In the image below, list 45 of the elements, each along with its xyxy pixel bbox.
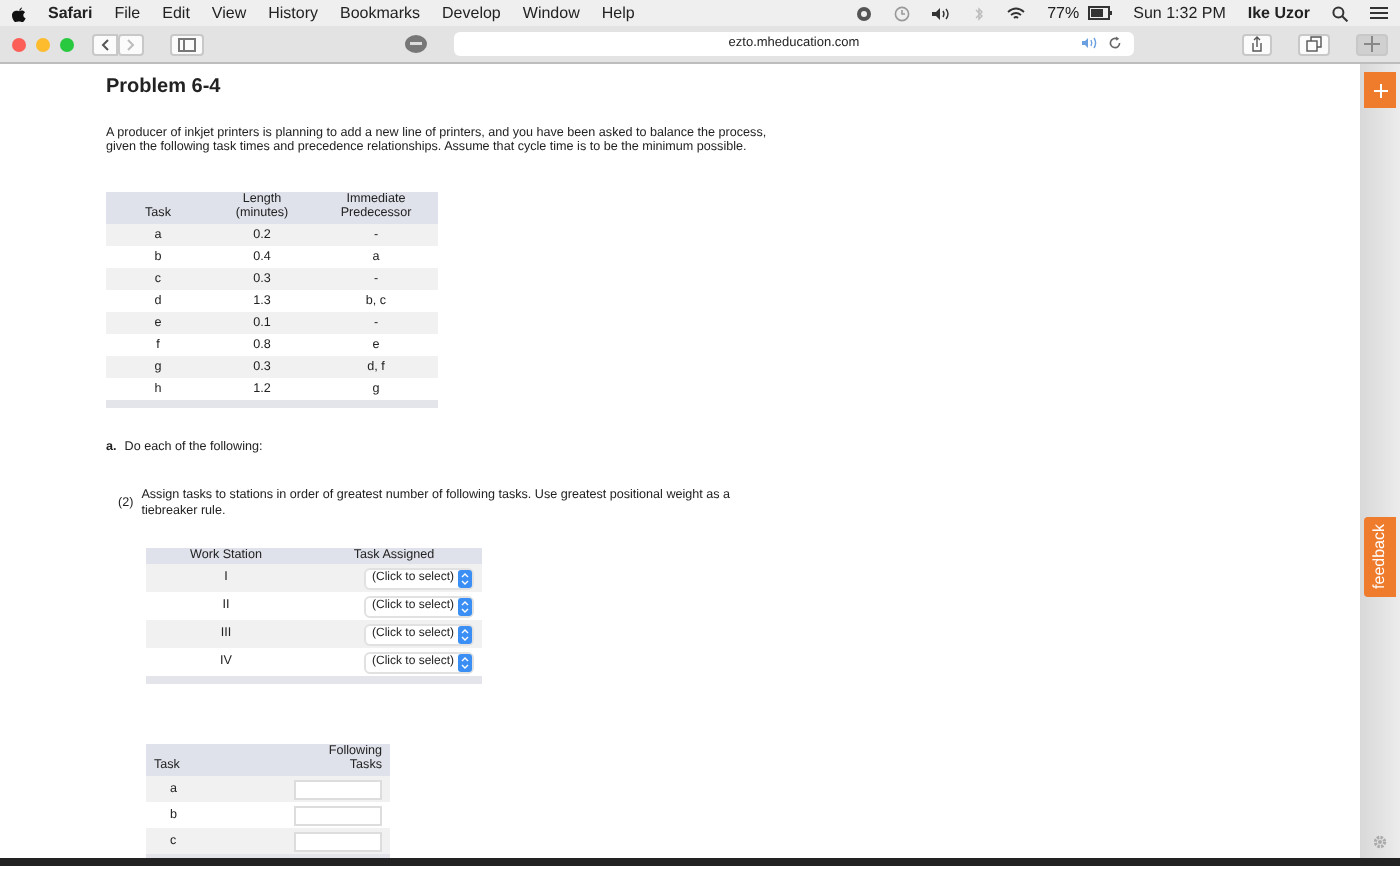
settings-icon[interactable] (1372, 834, 1388, 850)
menu-item[interactable]: Window (522, 1, 580, 25)
search-icon[interactable] (1332, 5, 1348, 21)
chevron-right-icon (126, 37, 136, 51)
plus-icon (1373, 83, 1387, 97)
new-tab-button[interactable] (1356, 33, 1388, 55)
menu-item[interactable]: View (211, 1, 247, 25)
menu-item[interactable]: Develop (442, 1, 501, 25)
stepper-icon (458, 653, 472, 672)
battery-icon[interactable] (1087, 6, 1112, 20)
speaker-icon[interactable] (1082, 36, 1100, 50)
plus-icon (1364, 36, 1380, 52)
input-field[interactable] (294, 831, 382, 852)
battery-percent: 77% (1047, 1, 1080, 25)
share-icon (1250, 36, 1264, 52)
back-button[interactable] (92, 33, 118, 55)
input-field[interactable] (294, 779, 382, 800)
wifi-icon[interactable] (1005, 5, 1026, 21)
menu-item[interactable]: File (114, 1, 141, 25)
close-button[interactable] (12, 37, 26, 51)
menu-item[interactable]: Edit (162, 1, 190, 25)
stepper-icon (458, 597, 472, 616)
problem-title: Problem 6-4 (106, 76, 223, 101)
input-field[interactable] (294, 805, 382, 826)
sidebar-button[interactable] (170, 33, 204, 55)
menu-item[interactable]: History (268, 1, 319, 25)
stepper-icon (458, 569, 472, 588)
user-name[interactable]: Ike Uzor (1247, 1, 1310, 25)
chevron-left-icon (100, 37, 110, 51)
share-button[interactable] (1242, 33, 1272, 55)
sidebar-icon (178, 37, 196, 51)
apple-logo-icon[interactable] (12, 5, 26, 21)
stepper-icon (458, 625, 472, 644)
clock-time[interactable]: Sun 1:32 PM (1133, 1, 1226, 25)
reload-icon[interactable] (1108, 36, 1122, 50)
add-button[interactable] (1364, 72, 1396, 108)
volume-icon[interactable] (931, 5, 952, 21)
tabs-button[interactable] (1298, 33, 1330, 55)
tabs-icon (1306, 36, 1322, 52)
record-icon[interactable] (855, 5, 872, 21)
menu-item[interactable]: Bookmarks (340, 1, 421, 25)
menu-item[interactable]: Help (601, 1, 635, 25)
clock-icon[interactable] (893, 5, 910, 21)
menu-icon[interactable] (1370, 6, 1388, 20)
menu-title[interactable]: Safari (48, 1, 93, 25)
